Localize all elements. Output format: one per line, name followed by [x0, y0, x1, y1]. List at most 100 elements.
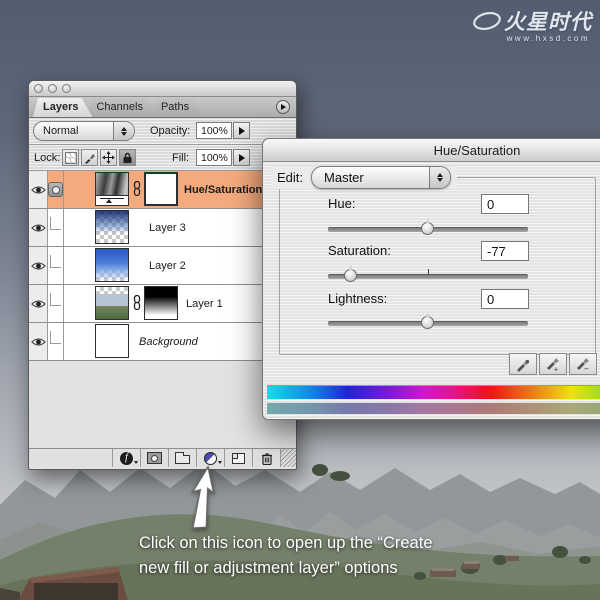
transparency-icon	[65, 152, 77, 164]
slider-glyph-icon	[106, 199, 112, 203]
blend-mode-select[interactable]: Normal	[33, 121, 135, 141]
window-close-button[interactable]	[34, 84, 43, 93]
layer-thumbnail[interactable]	[95, 248, 129, 282]
slider-thumb[interactable]	[344, 269, 357, 282]
tab-layers[interactable]: Layers	[33, 98, 92, 117]
layer-thumbnail[interactable]	[95, 286, 129, 320]
layer-thumbnail[interactable]	[95, 210, 129, 244]
saturation-field[interactable]: -77	[481, 241, 529, 261]
edit-channel-select[interactable]: Master	[311, 166, 451, 189]
layer-row-hue-saturation-1[interactable]: Hue/Saturation 1	[29, 171, 296, 209]
slider-thumb[interactable]	[421, 222, 434, 235]
blend-options-row: Normal Opacity: 100%	[29, 118, 296, 145]
hue-slider[interactable]	[328, 220, 528, 236]
new-layer-icon	[232, 453, 245, 464]
mask-link-icon	[133, 181, 141, 196]
lock-all-button[interactable]	[119, 149, 136, 166]
eyedropper-button[interactable]	[509, 353, 537, 375]
hue-field[interactable]: 0	[481, 194, 529, 214]
eyedropper-plus-icon: +	[545, 356, 561, 372]
lock-image-button[interactable]	[81, 149, 98, 166]
tab-channels[interactable]: Channels	[86, 98, 156, 117]
eyedropper-plus-button[interactable]: +	[539, 353, 567, 375]
visibility-cell[interactable]	[29, 171, 48, 208]
tab-paths[interactable]: Paths	[151, 98, 203, 117]
resize-grip[interactable]	[280, 449, 296, 467]
right-triangle-icon	[239, 154, 245, 162]
svg-text:−: −	[584, 365, 589, 373]
stepper-icon[interactable]	[113, 122, 134, 140]
link-cell[interactable]	[48, 285, 64, 322]
link-cell[interactable]	[48, 323, 64, 360]
layer-mask-thumbnail[interactable]	[144, 172, 178, 206]
opacity-slider-button[interactable]	[233, 122, 250, 139]
window-zoom-button[interactable]	[62, 84, 71, 93]
layer-name[interactable]: Background	[139, 323, 198, 360]
eyedropper-icon	[515, 356, 531, 372]
mask-link-icon	[133, 295, 141, 310]
layer-name[interactable]: Layer 2	[149, 247, 186, 284]
layers-panel: Layers Channels Paths Normal Opacity: 10…	[28, 80, 297, 470]
stepper-icon[interactable]	[429, 167, 450, 188]
adjustment-layer-thumbnail[interactable]	[95, 172, 129, 206]
watermark-swoosh-icon	[472, 10, 502, 32]
visibility-cell[interactable]	[29, 285, 48, 322]
add-layer-mask-button[interactable]	[140, 449, 168, 467]
adjustment-indicator-icon	[48, 182, 63, 197]
slider-center-tick	[428, 269, 429, 275]
layer-row-background[interactable]: Background	[29, 323, 296, 361]
layer-list: Hue/Saturation 1 Layer 3	[29, 171, 296, 361]
eye-icon	[31, 299, 46, 309]
panel-tabs: Layers Channels Paths	[29, 97, 296, 118]
eyedropper-minus-button[interactable]: −	[569, 353, 597, 375]
layer-thumbnail[interactable]	[95, 324, 129, 358]
trash-icon	[261, 452, 273, 465]
layer-name[interactable]: Layer 3	[149, 209, 186, 246]
fill-field[interactable]: 100%	[196, 149, 232, 166]
layer-name[interactable]: Layer 1	[186, 285, 223, 322]
lightness-field[interactable]: 0	[481, 289, 529, 309]
saturation-slider[interactable]	[328, 267, 528, 283]
layer-row-layer-3[interactable]: Layer 3	[29, 209, 296, 247]
eye-icon	[31, 261, 46, 271]
link-cell[interactable]	[48, 209, 64, 246]
window-minimize-button[interactable]	[48, 84, 57, 93]
screenshot-stage: 火星时代 www.hxsd.com Layers Channels Paths …	[0, 0, 600, 600]
adjustment-indicator-cell[interactable]	[48, 171, 64, 208]
layer-row-layer-1[interactable]: Layer 1	[29, 285, 296, 323]
opacity-label: Opacity:	[150, 118, 190, 144]
lock-position-button[interactable]	[100, 149, 117, 166]
eye-icon	[31, 337, 46, 347]
hue-label: Hue:	[328, 196, 355, 211]
visibility-cell[interactable]	[29, 247, 48, 284]
empty-slot-icon	[50, 331, 61, 344]
dialog-titlebar[interactable]: Hue/Saturation	[263, 139, 600, 162]
panel-titlebar[interactable]	[29, 81, 296, 97]
move-icon	[102, 151, 115, 164]
lock-options-row: Lock: Fill: 100%	[29, 145, 296, 171]
visibility-cell[interactable]	[29, 209, 48, 246]
opacity-field[interactable]: 100%	[196, 122, 232, 139]
eye-icon	[31, 223, 46, 233]
layer-mask-thumbnail[interactable]	[144, 286, 178, 320]
link-cell[interactable]	[48, 247, 64, 284]
edit-channel-value: Master	[312, 170, 429, 185]
lock-transparency-button[interactable]	[62, 149, 79, 166]
saturation-label: Saturation:	[328, 243, 391, 258]
fill-slider-button[interactable]	[233, 149, 250, 166]
lightness-slider[interactable]	[328, 314, 528, 330]
brush-icon	[84, 152, 96, 164]
layer-name[interactable]: Hue/Saturation 1	[184, 171, 271, 208]
right-triangle-icon	[281, 104, 286, 110]
slider-thumb[interactable]	[421, 316, 434, 329]
layer-row-layer-2[interactable]: Layer 2	[29, 247, 296, 285]
visibility-cell[interactable]	[29, 323, 48, 360]
layer-style-button[interactable]: f	[112, 449, 140, 467]
fill-label: Fill:	[172, 145, 189, 170]
layer-mask-icon	[147, 452, 162, 464]
edit-label: Edit:	[277, 170, 303, 185]
annotation-line-1: Click on this icon to open up the “Creat…	[139, 531, 433, 556]
lightness-label: Lightness:	[328, 291, 387, 306]
layer-style-icon: f	[120, 452, 133, 465]
panel-menu-button[interactable]	[276, 100, 290, 114]
